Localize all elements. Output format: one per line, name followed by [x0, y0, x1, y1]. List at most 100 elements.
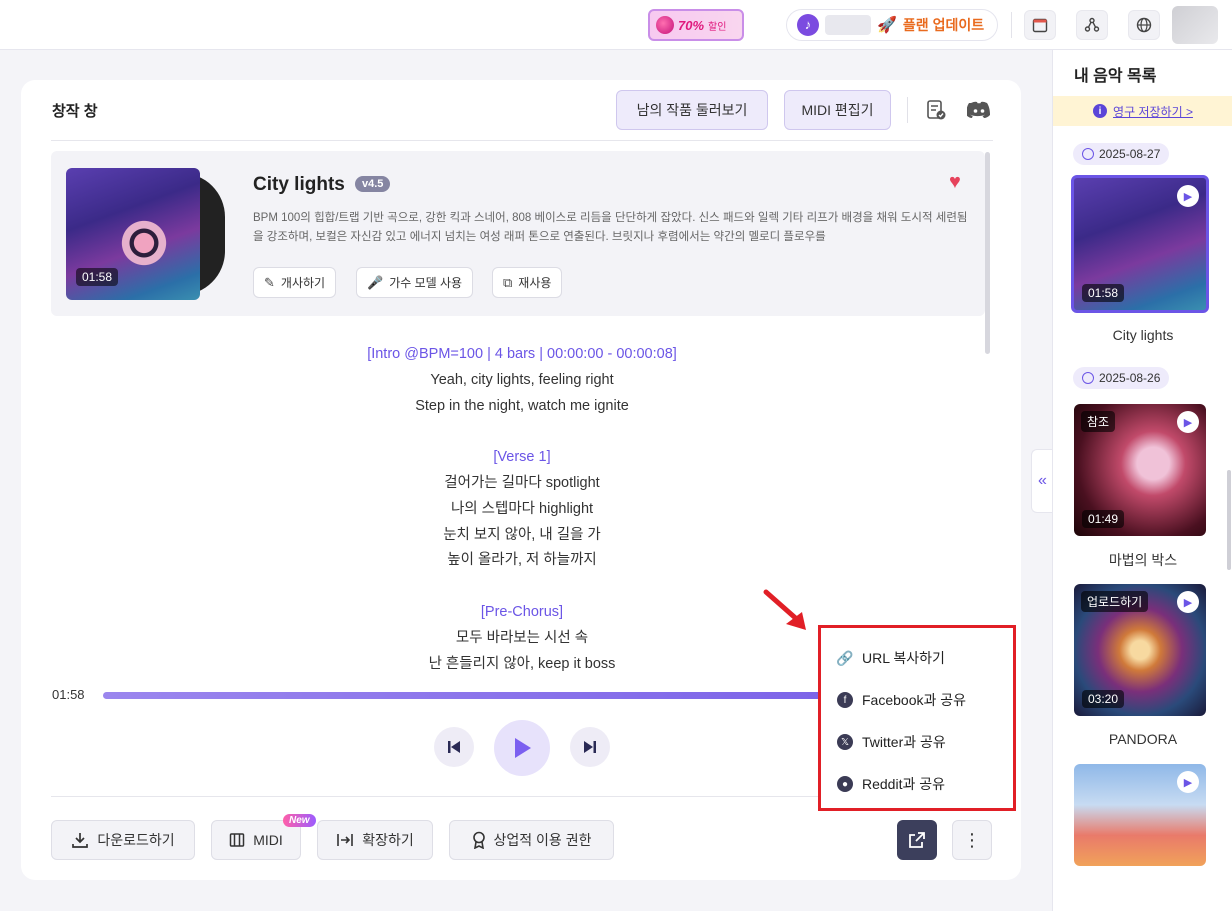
x-twitter-icon: 𝕏: [837, 734, 853, 750]
rewrite-lyrics-button[interactable]: ✎ 개사하기: [253, 267, 337, 298]
heart-icon[interactable]: ♥: [949, 171, 961, 194]
lyrics-spacer: [51, 419, 993, 445]
play-icon[interactable]: ▶: [1177, 185, 1199, 207]
duration-badge: 01:58: [76, 268, 119, 286]
share-twitter-label: Twitter과 공유: [862, 734, 946, 750]
progress-bar[interactable]: [103, 692, 863, 699]
extend-label: 확장하기: [362, 832, 414, 848]
song-name[interactable]: 마법의 박스: [1053, 550, 1232, 570]
promo-icon: [656, 16, 674, 34]
avatar[interactable]: [1172, 6, 1218, 44]
award-icon: [472, 831, 485, 849]
song-thumbnail[interactable]: ▶: [1074, 764, 1206, 866]
share-button[interactable]: [897, 820, 937, 860]
play-button[interactable]: [494, 720, 550, 776]
lyrics-section-header: [Intro @BPM=100 | 4 bars | 00:00:00 - 00…: [367, 346, 677, 362]
song-name[interactable]: PANDORA: [1053, 731, 1232, 747]
lyrics-line: 걸어가는 길마다 spotlight: [444, 474, 600, 491]
reuse-button[interactable]: ⧉ 재사용: [492, 267, 563, 298]
use-singer-model-label: 가수 모델 사용: [389, 276, 463, 290]
sidebar-scrollbar[interactable]: [1227, 470, 1231, 570]
share-twitter-item[interactable]: 𝕏 Twitter과 공유: [837, 732, 946, 752]
date-group-label: 2025-08-26: [1073, 367, 1170, 389]
lyrics-section-header: [Pre-Chorus]: [480, 603, 564, 620]
edit-document-icon: ✎: [264, 274, 275, 290]
music-list-sidebar: 내 음악 목록 i 영구 저장하기 > 2025-08-27 ▶ 01:58 C…: [1052, 50, 1232, 911]
play-icon[interactable]: ▶: [1177, 591, 1199, 613]
plan-update-label: 플랜 업데이트: [902, 17, 985, 33]
upload-tag: 업로드하기: [1081, 591, 1149, 612]
reference-tag: 참조: [1081, 411, 1116, 432]
promo-percent: 70%: [678, 17, 705, 33]
more-options-button[interactable]: ⋮: [952, 820, 992, 860]
clock-icon: [1082, 148, 1094, 160]
rewrite-lyrics-label: 개사하기: [280, 276, 326, 290]
share-reddit-label: Reddit과 공유: [862, 776, 945, 792]
browse-others-button[interactable]: 남의 작품 둘러보기: [616, 90, 768, 130]
song-name[interactable]: City lights: [1053, 327, 1232, 343]
document-check-icon[interactable]: [923, 98, 949, 122]
page-title: 창작 창: [52, 103, 98, 120]
clock-icon: [1082, 372, 1094, 384]
discord-icon[interactable]: [966, 98, 992, 122]
copy-url-item[interactable]: 🔗 URL 복사하기: [836, 648, 945, 668]
divider: [907, 97, 908, 123]
lyrics-line: 나의 스텝마다 highlight: [450, 500, 594, 517]
plan-update-button[interactable]: ♪ 🚀 플랜 업데이트: [786, 9, 998, 41]
song-card: 01:58 City lights v4.5 ♥ BPM 100의 힙합/트랩 …: [51, 151, 985, 316]
permanent-save-link[interactable]: 영구 저장하기 >: [1113, 103, 1193, 120]
previous-button[interactable]: [434, 727, 474, 767]
share-facebook-item[interactable]: f Facebook과 공유: [837, 690, 966, 710]
download-icon: [72, 833, 89, 848]
microphone-icon: 🎤: [367, 274, 384, 290]
lyrics-spacer: [51, 574, 993, 600]
download-label: 다운로드하기: [97, 832, 175, 848]
extend-button[interactable]: 확장하기: [317, 820, 433, 860]
share-facebook-label: Facebook과 공유: [862, 692, 967, 708]
scrollbar[interactable]: [985, 152, 990, 354]
date-group-label: 2025-08-27: [1073, 143, 1170, 165]
reuse-label: 재사용: [518, 276, 552, 290]
duration-badge: 01:58: [1082, 284, 1125, 302]
share-network-icon[interactable]: [1076, 10, 1108, 40]
collapse-sidebar-button[interactable]: «: [1031, 449, 1053, 513]
commercial-rights-label: 상업적 이용 권한: [493, 832, 592, 848]
divider: [51, 140, 993, 141]
version-badge: v4.5: [355, 176, 391, 192]
duration-badge: 03:20: [1082, 690, 1125, 708]
lyrics-panel: [Intro @BPM=100 | 4 bars | 00:00:00 - 00…: [51, 342, 993, 672]
album-cover[interactable]: 01:58: [66, 168, 200, 300]
play-icon[interactable]: ▶: [1177, 411, 1199, 433]
sidebar-title: 내 음악 목록: [1074, 68, 1157, 85]
midi-label: MIDI: [253, 832, 283, 848]
share-reddit-item[interactable]: ● Reddit과 공유: [837, 774, 945, 794]
next-button[interactable]: [570, 727, 610, 767]
music-note-icon: ♪: [797, 14, 819, 36]
annotation-arrow-icon: [763, 589, 806, 630]
song-thumbnail[interactable]: ▶ 01:58: [1071, 175, 1209, 313]
blurred-credits: [825, 15, 871, 35]
globe-icon[interactable]: [1128, 10, 1160, 40]
song-title: City lights: [253, 174, 345, 195]
external-share-icon: [909, 832, 925, 848]
play-icon[interactable]: ▶: [1177, 771, 1199, 793]
discount-promo-button[interactable]: 70% 할인: [648, 9, 744, 41]
song-description: BPM 100의 힙합/트랩 기반 곡으로, 강한 킥과 스네어, 808 베이…: [253, 212, 968, 243]
info-icon: i: [1093, 104, 1108, 118]
lyrics-line: Step in the night, watch me ignite: [415, 397, 629, 414]
promo-label: 할인: [708, 21, 727, 33]
permanent-save-bar[interactable]: i 영구 저장하기 >: [1053, 96, 1232, 126]
current-time: 01:58: [52, 687, 85, 702]
song-thumbnail[interactable]: 참조 ▶ 01:49: [1074, 404, 1206, 536]
divider: [1011, 12, 1012, 38]
use-singer-model-button[interactable]: 🎤 가수 모델 사용: [356, 267, 474, 298]
facebook-icon: f: [837, 692, 853, 708]
lyrics-line: 높이 올라가, 저 하늘까지: [447, 552, 597, 569]
new-badge: New: [283, 814, 316, 827]
song-thumbnail[interactable]: 업로드하기 ▶ 03:20: [1074, 584, 1206, 716]
lyrics-line: Yeah, city lights, feeling right: [430, 371, 614, 388]
download-button[interactable]: 다운로드하기: [51, 820, 195, 860]
midi-editor-button[interactable]: MIDI 편집기: [784, 90, 891, 130]
commercial-rights-button[interactable]: 상업적 이용 권한: [449, 820, 614, 860]
calendar-icon[interactable]: [1024, 10, 1056, 40]
